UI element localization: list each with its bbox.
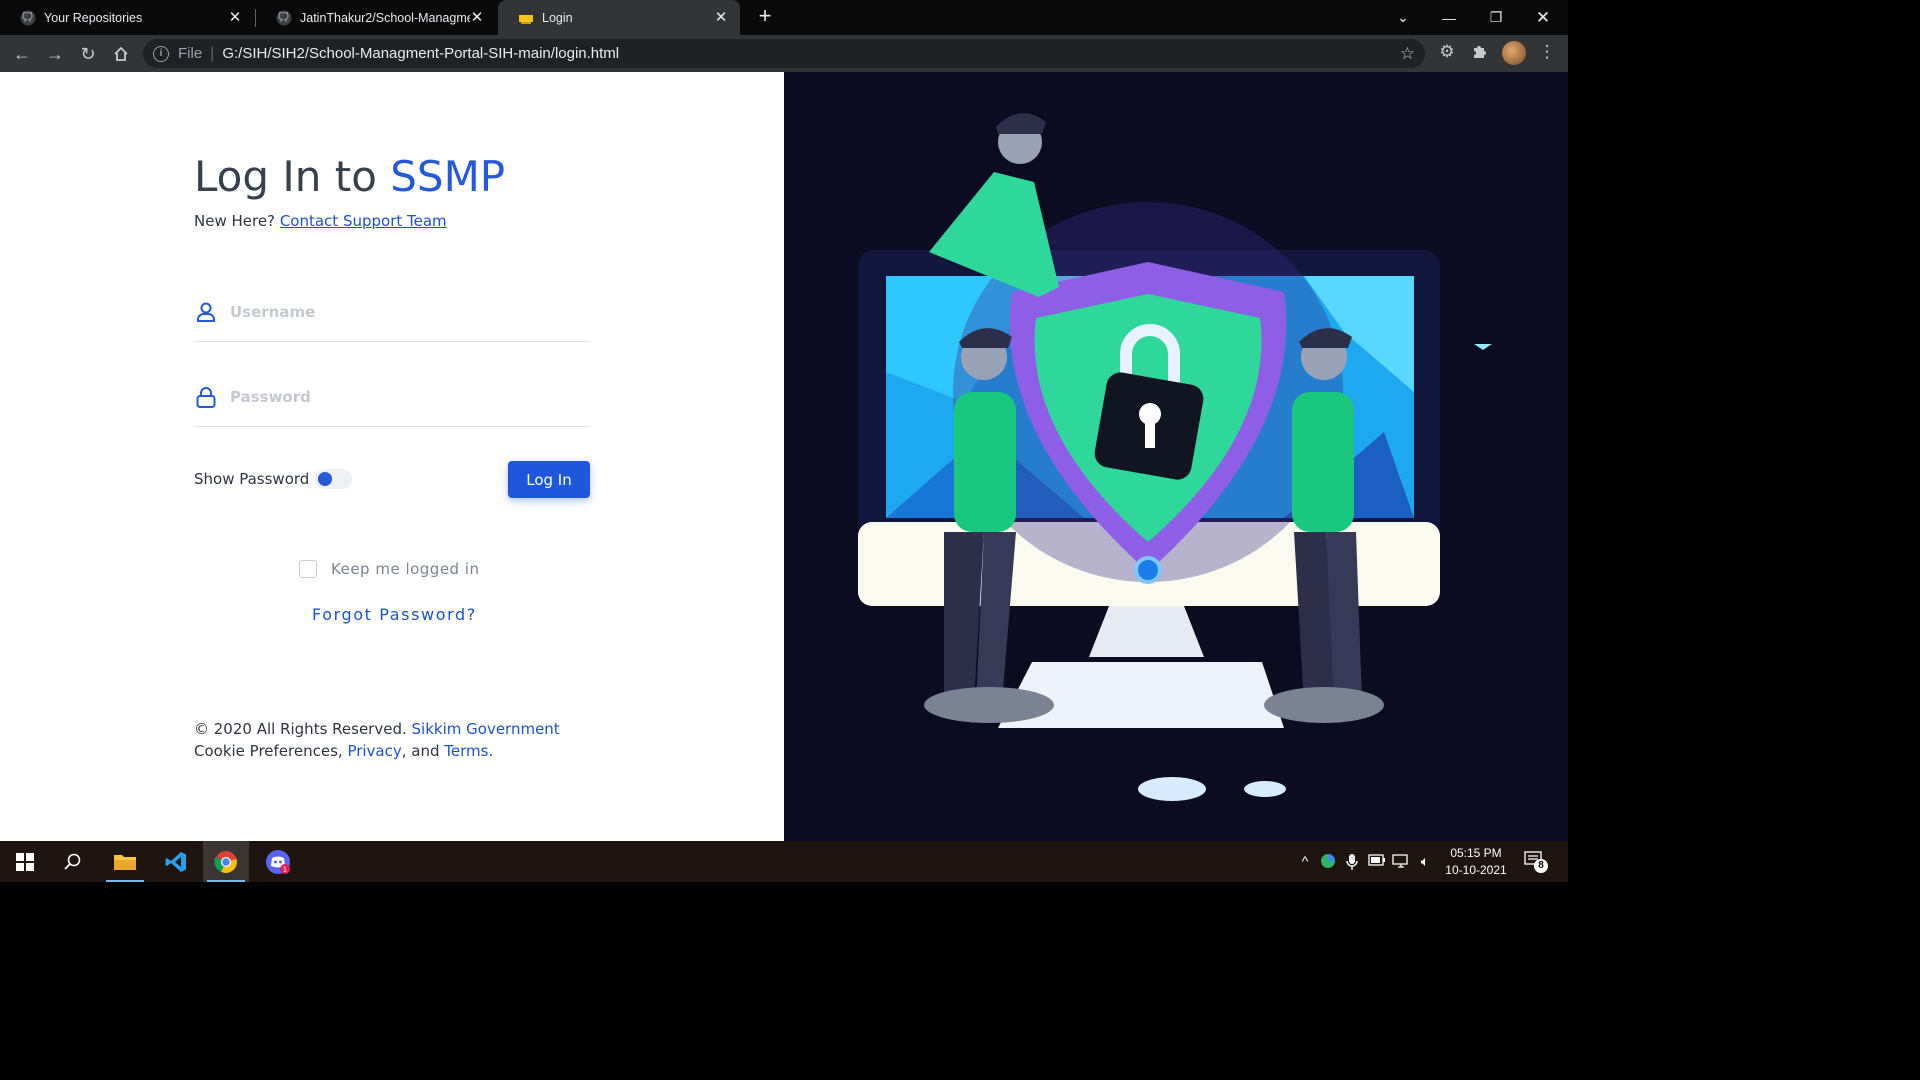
user-icon (197, 302, 215, 322)
browser-toolbar: ← → ↻ i File | G:/SIH/SIH2/School-Managm… (0, 35, 1568, 72)
clock-time: 05:15 PM (1450, 846, 1502, 860)
period-text: . (488, 742, 494, 760)
minimize-button[interactable]: — (1426, 0, 1472, 35)
close-window-button[interactable]: ✕ (1520, 0, 1566, 35)
chrome-icon[interactable] (203, 841, 249, 882)
floor-ellipse (1244, 781, 1286, 797)
toggle-knob (318, 472, 332, 486)
terms-link[interactable]: Terms (444, 742, 488, 760)
page-title: Log In to SSMP (194, 152, 505, 201)
person-top-hair (996, 113, 1046, 134)
webcam (1134, 556, 1162, 584)
address-separator: | (210, 44, 215, 62)
url-text[interactable]: G:/SIH/SIH2/School-Managment-Portal-SIH-… (222, 45, 619, 62)
person-left-body (954, 392, 1016, 532)
volume-icon[interactable]: 🔈︎ (1416, 853, 1434, 871)
title-prefix: Log In to (194, 152, 391, 201)
network-icon[interactable] (1392, 853, 1410, 871)
tab-title: JatinThakur2/School-Managment (300, 10, 470, 25)
bookmark-star-icon[interactable]: ☆ (1400, 44, 1415, 64)
tab-school-management-repo[interactable]: JatinThakur2/School-Managment ✕ (256, 0, 496, 35)
keep-logged-in-label: Keep me logged in (331, 560, 480, 578)
github-icon (20, 10, 36, 25)
person-left-shadow (924, 687, 1054, 723)
close-icon[interactable]: ✕ (714, 10, 728, 25)
address-bar[interactable]: i File | G:/SIH/SIH2/School-Managment-Po… (143, 39, 1425, 68)
lock-icon (196, 386, 216, 408)
browser-tab-bar: Your Repositories ✕ JatinThakur2/School-… (0, 0, 1568, 35)
colorful-app-tray-icon[interactable] (1319, 853, 1337, 871)
microphone-icon[interactable] (1343, 853, 1361, 871)
battery-icon[interactable] (1368, 853, 1386, 871)
file-explorer-icon[interactable] (102, 841, 148, 882)
login-panel: Log In to SSMP New Here? Contact Support… (0, 72, 784, 841)
new-tab-button[interactable]: + (754, 5, 776, 28)
contact-support-link[interactable]: Contact Support Team (280, 212, 447, 230)
reload-icon[interactable]: ↻ (74, 40, 102, 68)
system-clock[interactable]: 05:15 PM 10-10-2021 (1436, 845, 1516, 879)
cookie-text: Cookie Preferences, (194, 742, 348, 760)
password-input[interactable] (230, 387, 570, 406)
copyright-text: © 2020 All Rights Reserved. (194, 720, 407, 738)
sikkim-government-link[interactable]: Sikkim Government (412, 720, 560, 738)
person-right-shadow (1264, 687, 1384, 723)
tab-your-repositories[interactable]: Your Repositories ✕ (0, 0, 254, 35)
password-field (194, 367, 590, 427)
and-text: , and (401, 742, 445, 760)
new-here-text: New Here? (194, 212, 276, 230)
info-icon[interactable]: i (153, 45, 169, 62)
keep-logged-in: Keep me logged in (299, 560, 480, 578)
person-right-body (1292, 392, 1354, 532)
home-icon[interactable] (107, 40, 135, 68)
action-center-notification-icon[interactable]: 8 (1524, 851, 1548, 873)
search-icon[interactable] (50, 841, 96, 882)
tab-title: Your Repositories (44, 10, 143, 25)
github-icon (276, 10, 292, 25)
menu-kebab-icon[interactable]: ⋮ (1536, 42, 1558, 64)
running-indicator (106, 880, 144, 882)
start-icon[interactable] (2, 841, 48, 882)
restore-button[interactable]: ❐ (1473, 0, 1519, 35)
show-password-toggle[interactable] (315, 469, 352, 489)
username-field (194, 282, 590, 342)
security-illustration-panel (784, 72, 1568, 841)
show-password-label: Show Password (194, 470, 310, 488)
vscode-icon[interactable] (153, 841, 199, 882)
close-icon[interactable]: ✕ (470, 10, 484, 25)
brand-name: SSMP (390, 152, 506, 201)
login-button[interactable]: Log In (508, 461, 590, 498)
close-icon[interactable]: ✕ (228, 10, 242, 25)
discord-icon[interactable]: 1 (255, 841, 301, 882)
ssmp-favicon (519, 14, 533, 24)
keyhole-slot (1145, 418, 1155, 448)
page-content: Log In to SSMP New Here? Contact Support… (0, 72, 1568, 841)
windows-taskbar: 1 ^ 🔈︎ 05:15 PM 10-10-2021 8 (0, 841, 1568, 882)
extensions-puzzle-icon[interactable] (1469, 42, 1491, 64)
tab-search-icon[interactable]: ⌄ (1380, 0, 1426, 35)
running-indicator (207, 880, 245, 882)
notification-count-badge: 8 (1534, 859, 1548, 873)
discord-badge-count: 1 (283, 866, 287, 873)
clock-date: 10-10-2021 (1445, 863, 1507, 877)
tab-title: Login (542, 10, 573, 25)
footer: © 2020 All Rights Reserved. Sikkim Gover… (194, 718, 594, 762)
monitor-stand (1089, 606, 1204, 657)
signup-prompt: New Here? Contact Support Team (194, 212, 447, 230)
username-input[interactable] (230, 302, 570, 321)
keep-logged-in-checkbox[interactable] (299, 560, 317, 578)
forgot-password-link[interactable]: Forgot Password? (312, 605, 477, 624)
floor-ellipse (1138, 777, 1206, 801)
scheme-label: File (178, 45, 203, 62)
profile-avatar[interactable] (1502, 41, 1526, 65)
security-illustration (858, 113, 1492, 801)
decor-triangle (1474, 344, 1492, 350)
show-hidden-icons-chevron-icon[interactable]: ^ (1296, 853, 1314, 871)
tab-login[interactable]: Login ✕ (498, 0, 740, 35)
forward-arrow-icon[interactable]: → (41, 40, 69, 68)
back-arrow-icon[interactable]: ← (8, 40, 36, 68)
privacy-link[interactable]: Privacy (347, 742, 401, 760)
extension-gear-icon[interactable]: ⚙ (1436, 42, 1458, 64)
